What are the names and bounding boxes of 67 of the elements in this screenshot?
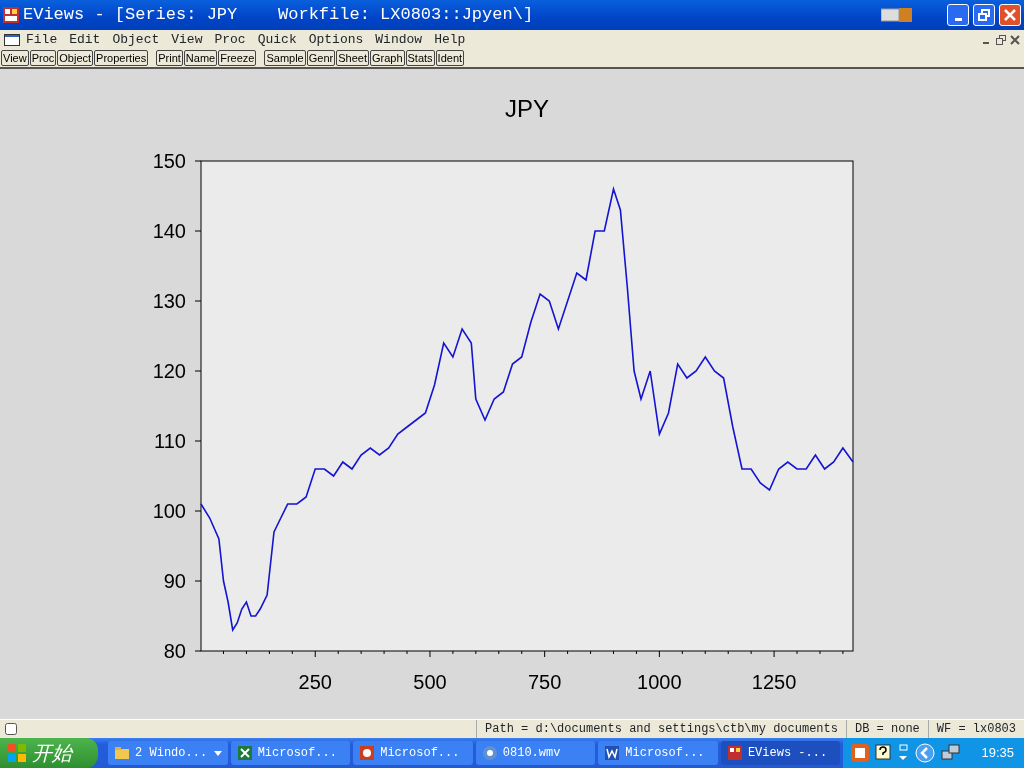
y-axis-label: 110: [154, 430, 186, 452]
taskbar-button[interactable]: Microsof...: [230, 741, 351, 765]
menu-item[interactable]: Options: [302, 29, 370, 50]
toolbar-button[interactable]: Proc: [29, 50, 57, 66]
menu-item[interactable]: Object: [106, 29, 166, 50]
y-axis-label: 130: [152, 290, 186, 312]
x-axis-label: 1250: [751, 671, 797, 693]
clock: 19:35: [981, 744, 1014, 763]
y-axis-label: 150: [152, 150, 186, 172]
document-icon: [604, 745, 621, 761]
toolbar-button[interactable]: Properties: [94, 50, 149, 66]
y-axis-label: 120: [152, 360, 186, 382]
toolbar-button[interactable]: Name: [183, 50, 218, 66]
caret-icon: [213, 750, 222, 756]
help-icon[interactable]: [875, 744, 892, 762]
window-title: EViews - [Series: JPY Workfile: LX0803::Jpyen\]: [23, 4, 535, 27]
app-icon: [726, 745, 743, 761]
x-axis-label: 500: [413, 671, 447, 693]
network-icon[interactable]: [941, 744, 962, 762]
input-method-icon[interactable]: [851, 744, 870, 762]
document-icon: [4, 33, 20, 46]
menu-item[interactable]: View: [165, 29, 209, 50]
x-axis-label: 250: [298, 671, 332, 693]
close-button[interactable]: [999, 4, 1021, 26]
toolbar-button[interactable]: Freeze: [218, 50, 257, 66]
restore-icon[interactable]: [996, 34, 1006, 45]
toolbar-button[interactable]: Sample: [264, 50, 306, 66]
taskbar-button[interactable]: 0810.wmv: [475, 741, 596, 765]
menu-item[interactable]: Quick: [251, 29, 303, 50]
app-icon: [3, 7, 19, 23]
taskbar-button[interactable]: 2 Windo...: [108, 741, 228, 765]
x-axis-label: 750: [528, 671, 562, 693]
toolbar-button[interactable]: Ident: [435, 50, 465, 66]
menu-item[interactable]: Help: [428, 29, 472, 50]
y-axis-label: 90: [163, 570, 186, 592]
toolbar-button[interactable]: Graph: [369, 50, 405, 66]
menu-item[interactable]: File: [20, 29, 64, 50]
restore-icon: [978, 9, 990, 21]
y-axis-label: 100: [152, 500, 186, 522]
taskbar-button[interactable]: EViews -...: [720, 741, 841, 765]
menu-item[interactable]: Window: [369, 29, 429, 50]
minimize-icon: [954, 17, 962, 21]
chart-title: JPY: [505, 95, 549, 122]
toolbar-button[interactable]: Stats: [405, 50, 435, 66]
menu-item[interactable]: Edit: [63, 29, 107, 50]
toolbar-button[interactable]: Genr: [306, 50, 336, 66]
close-icon: [1004, 9, 1016, 21]
restore-button[interactable]: [973, 4, 995, 26]
status-box-icon: [5, 723, 17, 735]
taskbar-button[interactable]: Microsof...: [353, 741, 473, 765]
media-icon: [481, 745, 498, 761]
chevron-left-icon[interactable]: [915, 743, 936, 763]
toolbar-button[interactable]: Sheet: [336, 50, 369, 66]
close-icon[interactable]: [1010, 34, 1020, 45]
toolbar-button[interactable]: Object: [57, 50, 94, 66]
toolbar-button[interactable]: View: [1, 50, 29, 66]
windows-logo-icon: [8, 744, 26, 762]
taskbar-button[interactable]: Microsof...: [598, 741, 718, 765]
presentation-icon: [359, 745, 376, 761]
menu-item[interactable]: Proc: [208, 29, 252, 50]
toolbar-button[interactable]: Print: [156, 50, 183, 66]
minimize-button[interactable]: [947, 4, 969, 26]
y-axis-label: 140: [152, 220, 186, 242]
spreadsheet-icon: [236, 745, 253, 761]
folder-icon: [114, 745, 131, 761]
y-axis-label: 80: [163, 640, 186, 662]
x-axis-label: 1000: [637, 671, 682, 693]
